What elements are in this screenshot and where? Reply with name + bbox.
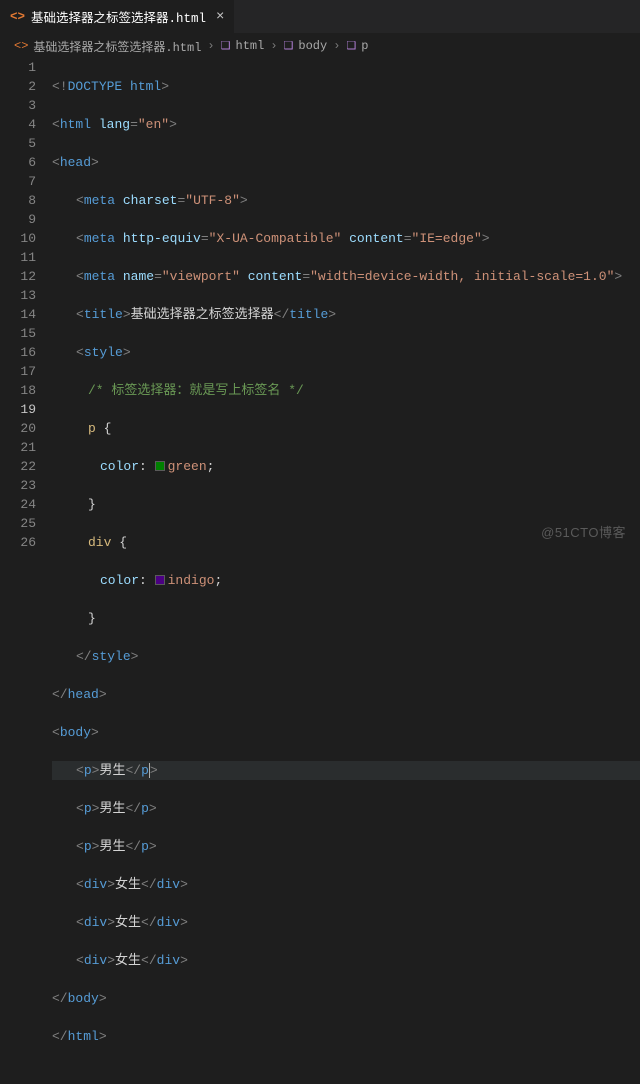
line-number: 3 [0,96,36,115]
element-icon: ❑ [284,39,294,53]
line-number: 18 [0,381,36,400]
code-content[interactable]: <!DOCTYPE html> <html lang="en"> <head> … [52,58,640,549]
close-icon[interactable]: × [216,9,224,25]
color-swatch-indigo [155,575,165,585]
line-number: 25 [0,514,36,533]
breadcrumb-item-html[interactable]: ❑ html [221,39,265,53]
line-number: 6 [0,153,36,172]
chevron-right-icon: › [270,39,277,53]
line-number: 26 [0,533,36,552]
line-number: 19 [0,400,36,419]
line-number: 17 [0,362,36,381]
line-number: 11 [0,248,36,267]
line-number: 13 [0,286,36,305]
line-number: 10 [0,229,36,248]
breadcrumb-file[interactable]: <> 基础选择器之标签选择器.html [14,38,201,55]
line-number: 9 [0,210,36,229]
line-number: 22 [0,457,36,476]
tab-bar: <> 基础选择器之标签选择器.html × [0,0,640,34]
breadcrumb-item-p[interactable]: ❑ p [346,39,368,53]
line-number: 7 [0,172,36,191]
chevron-right-icon: › [207,39,214,53]
line-number: 12 [0,267,36,286]
element-icon: ❑ [346,39,356,53]
color-swatch-green [155,461,165,471]
line-number: 1 [0,58,36,77]
line-number: 24 [0,495,36,514]
line-number: 23 [0,476,36,495]
line-number-gutter: 1234567891011121314151617181920212223242… [0,58,52,549]
html-file-icon: <> [14,39,28,53]
line-number: 4 [0,115,36,134]
editor-tab[interactable]: <> 基础选择器之标签选择器.html × [0,0,234,33]
line-number: 8 [0,191,36,210]
line-number: 15 [0,324,36,343]
element-icon: ❑ [221,39,231,53]
line-number: 16 [0,343,36,362]
breadcrumb-item-body[interactable]: ❑ body [284,39,328,53]
line-number: 5 [0,134,36,153]
watermark: @51CTO博客 [541,522,626,541]
line-number: 14 [0,305,36,324]
code-editor[interactable]: 1234567891011121314151617181920212223242… [0,58,640,549]
html-file-icon: <> [10,10,25,24]
line-number: 2 [0,77,36,96]
line-number: 20 [0,419,36,438]
breadcrumb: <> 基础选择器之标签选择器.html › ❑ html › ❑ body › … [0,34,640,58]
tab-filename: 基础选择器之标签选择器.html [31,7,206,26]
chevron-right-icon: › [333,39,340,53]
line-number: 21 [0,438,36,457]
